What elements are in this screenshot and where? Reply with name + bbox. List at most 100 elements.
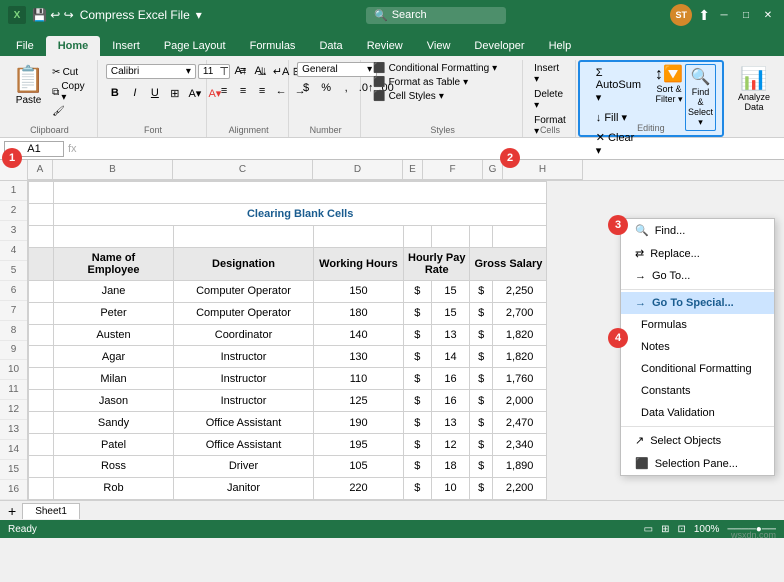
row-5[interactable]: 5 — [0, 261, 27, 281]
fat-icon: ⬛ — [373, 77, 385, 88]
col-header-b[interactable]: B — [53, 160, 173, 180]
goto-special-item[interactable]: → Go To Special... — [621, 292, 774, 314]
comma-btn[interactable]: , — [337, 79, 355, 97]
col-header-e[interactable]: E — [403, 160, 423, 180]
sheet-tab-1[interactable]: Sheet1 — [22, 503, 80, 519]
row-9[interactable]: 9 — [0, 341, 27, 361]
col-header-g[interactable]: G — [483, 160, 503, 180]
constants-item[interactable]: Constants — [621, 380, 774, 402]
row-8[interactable]: 8 — [0, 321, 27, 341]
fill-color-button[interactable]: A▾ — [186, 84, 204, 102]
normal-view-btn[interactable]: ▭ — [644, 524, 653, 535]
col-header-d[interactable]: D — [313, 160, 403, 180]
row-1[interactable]: 1 — [0, 181, 27, 201]
format-painter-button[interactable]: 🖌 — [49, 105, 91, 118]
tab-page-layout[interactable]: Page Layout — [152, 36, 238, 56]
tab-insert[interactable]: Insert — [100, 36, 152, 56]
sort-filter-btn[interactable]: ↕🔽 Sort &Filter ▾ — [655, 64, 683, 131]
tab-file[interactable]: File — [4, 36, 46, 56]
find-icon: 🔍 — [691, 67, 711, 87]
add-sheet-btn[interactable]: + — [4, 503, 20, 519]
autosum-btn[interactable]: Σ AutoSum ▾ — [586, 64, 651, 107]
copy-button[interactable]: ⧉Copy ▾ — [49, 80, 91, 104]
cut-button[interactable]: ✂Cut — [49, 66, 91, 79]
share-icon[interactable]: ⬆ — [698, 7, 710, 24]
cf-label: Conditional Formatting — [389, 63, 490, 74]
row-6[interactable]: 6 — [0, 281, 27, 301]
title-dropdown-icon[interactable]: ▾ — [196, 8, 202, 22]
selection-pane-item[interactable]: ⬛ Selection Pane... — [621, 452, 774, 475]
row-3[interactable]: 3 — [0, 221, 27, 241]
row-16[interactable]: 16 — [0, 480, 27, 500]
notes-item[interactable]: Notes — [621, 336, 774, 358]
cell-styles-btn[interactable]: ⬛ Cell Styles ▾ — [369, 90, 501, 103]
bold-button[interactable]: B — [106, 84, 124, 102]
row-7[interactable]: 7 — [0, 301, 27, 321]
delete-cells-btn[interactable]: Delete ▾ — [531, 88, 569, 112]
decrease-indent-btn[interactable]: ← — [272, 82, 290, 100]
paste-button[interactable]: 📋 Paste — [8, 62, 49, 108]
tab-review[interactable]: Review — [355, 36, 415, 56]
cells-section: Insert ▾ Delete ▾ Format ▾ Cells — [525, 60, 576, 137]
underline-button[interactable]: U — [146, 84, 164, 102]
conditional-formatting-btn[interactable]: ⬛ Conditional Formatting ▾ — [369, 62, 501, 75]
row-13[interactable]: 13 — [0, 420, 27, 440]
align-right-btn[interactable]: ≡ — [253, 82, 271, 100]
currency-btn[interactable]: $ — [297, 79, 315, 97]
cf-arrow: ▾ — [492, 63, 497, 74]
sheet-tabs: + Sheet1 — [0, 500, 784, 520]
tab-view[interactable]: View — [415, 36, 463, 56]
align-center-btn[interactable]: ≡ — [234, 82, 252, 100]
badge-3: 3 — [608, 215, 628, 235]
align-bottom-btn[interactable]: ⊥ — [253, 62, 271, 80]
cut-icon: ✂ — [52, 67, 60, 78]
minimize-btn[interactable]: ─ — [716, 7, 732, 23]
format-as-table-btn[interactable]: ⬛ Format as Table ▾ — [369, 76, 501, 89]
sort-label: Sort &Filter ▾ — [655, 84, 682, 105]
data-row-9: Ross Driver 105 $ 18 $ 1,890 — [29, 456, 547, 478]
tab-formulas[interactable]: Formulas — [238, 36, 308, 56]
align-left-btn[interactable]: ≡ — [215, 82, 233, 100]
formulas-item[interactable]: Formulas — [621, 314, 774, 336]
spreadsheet-title: Clearing Blank Cells — [54, 203, 547, 225]
border-button[interactable]: ⊞ — [166, 84, 184, 102]
col-header-f[interactable]: F — [423, 160, 483, 180]
find-item-label: Find... — [655, 225, 686, 237]
font-family-dropdown[interactable]: Calibri ▾ — [106, 64, 196, 79]
tab-help[interactable]: Help — [537, 36, 584, 56]
col-header-c[interactable]: C — [173, 160, 313, 180]
align-middle-btn[interactable]: ≡ — [234, 62, 252, 80]
select-objects-item[interactable]: ↗ Select Objects — [621, 429, 774, 452]
tab-home[interactable]: Home — [46, 36, 101, 56]
row-14[interactable]: 14 — [0, 440, 27, 460]
percent-btn[interactable]: % — [317, 79, 335, 97]
search-box[interactable]: 🔍 Search — [366, 7, 506, 24]
selection-pane-label: Selection Pane... — [655, 458, 738, 470]
cf-item[interactable]: Conditional Formatting — [621, 358, 774, 380]
page-break-btn[interactable]: ⊡ — [677, 524, 685, 535]
align-top-btn[interactable]: ⊤ — [215, 62, 233, 80]
data-validation-item[interactable]: Data Validation — [621, 402, 774, 424]
row-15[interactable]: 15 — [0, 460, 27, 480]
page-layout-btn[interactable]: ⊞ — [661, 524, 669, 535]
replace-item[interactable]: ⇄ Replace... — [621, 242, 774, 265]
find-item[interactable]: 🔍 Find... — [621, 219, 774, 242]
row-11[interactable]: 11 — [0, 380, 27, 400]
styles-section: ⬛ Conditional Formatting ▾ ⬛ Format as T… — [363, 60, 523, 137]
data-row-2: Peter Computer Operator 180 $ 15 $ 2,700 — [29, 302, 547, 324]
row-4[interactable]: 4 — [0, 241, 27, 261]
col-header-a[interactable]: A — [28, 160, 53, 180]
maximize-btn[interactable]: □ — [738, 7, 754, 23]
row-10[interactable]: 10 — [0, 360, 27, 380]
insert-cells-btn[interactable]: Insert ▾ — [531, 62, 569, 86]
row-2[interactable]: 2 — [0, 201, 27, 221]
row-12[interactable]: 12 — [0, 400, 27, 420]
goto-item[interactable]: → Go To... — [621, 265, 774, 287]
italic-button[interactable]: I — [126, 84, 144, 102]
tab-developer[interactable]: Developer — [462, 36, 536, 56]
close-btn[interactable]: ✕ — [760, 7, 776, 23]
tab-data[interactable]: Data — [307, 36, 354, 56]
analyze-data-btn[interactable]: 📊 Analyze Data — [732, 62, 776, 116]
wrap-text-btn[interactable]: ↵A — [272, 62, 290, 80]
find-select-btn[interactable]: 🔍 Find &Select ▾ — [685, 64, 716, 131]
